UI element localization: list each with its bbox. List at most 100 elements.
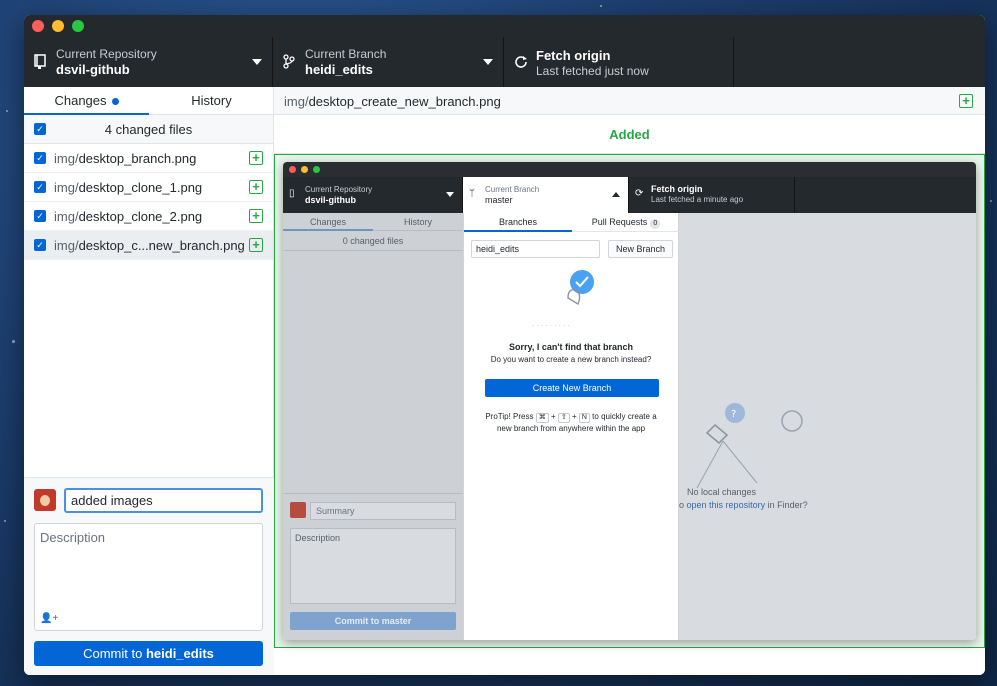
file-path: img/desktop_c...new_branch.png xyxy=(54,238,245,253)
file-checkbox[interactable]: ✓ xyxy=(34,210,46,222)
file-checkbox[interactable]: ✓ xyxy=(34,181,46,193)
current-branch-button[interactable]: Current Branch heidi_edits xyxy=(273,37,504,87)
description-field[interactable]: Description 👤+ xyxy=(34,523,263,631)
preview-repo-name: dsvil-github xyxy=(305,195,356,205)
preview-screenshot: ▯ Current Repository dsvil-github ᛘ Curr… xyxy=(283,162,976,640)
tab-changes-label: Changes xyxy=(54,93,107,108)
preview-avatar xyxy=(290,502,306,518)
commit-branch: heidi_edits xyxy=(145,646,214,661)
added-file-icon: + xyxy=(249,238,263,252)
current-repository-button[interactable]: Current Repository dsvil-github xyxy=(24,37,273,87)
preview-commit-area: Summary Description Commit to master xyxy=(283,493,463,640)
star xyxy=(600,5,602,7)
popover-tab-branches: Branches xyxy=(464,213,572,232)
file-row[interactable]: ✓ img/desktop_clone_1.png + xyxy=(24,173,273,202)
repo-icon xyxy=(34,54,48,70)
file-path: img/desktop_clone_1.png xyxy=(54,180,202,195)
preview-branch-name: master xyxy=(485,195,513,205)
preview-zoom-dot xyxy=(313,166,320,173)
fetch-origin-button[interactable]: Fetch origin Last fetched just now xyxy=(504,37,734,87)
star xyxy=(4,520,6,522)
file-name: desktop_clone_1.png xyxy=(78,180,203,195)
minimize-window-button[interactable] xyxy=(52,20,64,32)
preview-close-dot xyxy=(289,166,296,173)
added-file-icon: + xyxy=(249,209,263,223)
commit-area: added images Description 👤+ Commit to he… xyxy=(24,477,274,675)
repo-label: Current Repository xyxy=(56,47,157,61)
branch-icon xyxy=(283,54,297,70)
file-row[interactable]: ✓ img/desktop_branch.png + xyxy=(24,144,273,173)
preview-branch-section: ᛘ Current Branch master xyxy=(463,177,629,213)
preview-minimize-dot xyxy=(301,166,308,173)
commit-button[interactable]: Commit to heidi_edits xyxy=(34,641,263,666)
diff-file-path: img/desktop_create_new_branch.png xyxy=(284,94,501,109)
pr-count-badge: 0 xyxy=(650,219,661,229)
branch-icon: ᛘ xyxy=(469,188,475,199)
preview-open-repo-text: o open this repository in Finder? xyxy=(679,500,808,510)
close-window-button[interactable] xyxy=(32,20,44,32)
changed-files-count: 4 changed files xyxy=(104,122,193,137)
popover-tab-pull-requests: Pull Requests 0 xyxy=(572,213,680,232)
preview-no-changes: No local changes xyxy=(687,487,757,497)
file-checkbox[interactable]: ✓ xyxy=(34,152,46,164)
commit-prefix: Commit to xyxy=(83,646,143,661)
chevron-down-icon xyxy=(483,59,493,65)
preview-tabs: Changes History xyxy=(283,213,463,231)
repo-name: dsvil-github xyxy=(56,62,130,77)
preview-fetch-label: Fetch origin xyxy=(651,184,703,194)
file-dir: img/ xyxy=(54,209,79,224)
file-path: img/desktop_branch.png xyxy=(54,151,196,166)
diff-file: desktop_create_new_branch.png xyxy=(308,94,501,109)
fetch-status: Last fetched just now xyxy=(536,64,649,78)
tab-changes[interactable]: Changes xyxy=(24,87,149,115)
preview-sidebar: Changes History 0 changed files Summary … xyxy=(283,213,463,640)
added-file-icon: + xyxy=(249,151,263,165)
not-found-title: Sorry, I can't find that branch xyxy=(509,342,633,352)
added-file-icon: + xyxy=(959,94,973,108)
star xyxy=(6,110,8,112)
add-coauthor-icon[interactable]: 👤+ xyxy=(40,613,58,624)
summary-input[interactable]: added images xyxy=(64,488,263,513)
chevron-down-icon xyxy=(446,192,454,197)
not-found-question: Do you want to create a new branch inste… xyxy=(490,355,652,364)
n-key: N xyxy=(578,413,590,423)
title-bar xyxy=(24,15,985,37)
preview-open-prefix: o xyxy=(679,500,685,510)
preview-tab-changes: Changes xyxy=(283,213,373,231)
create-new-branch-button: Create New Branch xyxy=(485,379,659,397)
preview-commit-button: Commit to master xyxy=(290,612,456,630)
file-name: desktop_clone_2.png xyxy=(78,209,203,224)
file-row[interactable]: ✓ img/desktop_clone_2.png + xyxy=(24,202,273,231)
preview-fetch-status: Last fetched a minute ago xyxy=(651,195,744,204)
star xyxy=(12,340,15,343)
popover-tabs: Branches Pull Requests 0 xyxy=(464,213,680,232)
preview-repo-section: ▯ Current Repository dsvil-github xyxy=(283,177,463,213)
new-branch-button: New Branch xyxy=(608,240,673,258)
preview-open-suffix: in Finder? xyxy=(767,500,808,510)
toolbar: Current Repository dsvil-github Current … xyxy=(24,37,985,87)
preview-title-bar xyxy=(283,162,976,177)
branch-label: Current Branch xyxy=(305,47,387,61)
app-window: Current Repository dsvil-github Current … xyxy=(24,15,985,675)
star xyxy=(990,200,992,202)
svg-text:· · · · · · · · ·: · · · · · · · · · xyxy=(532,322,570,330)
image-preview: ▯ Current Repository dsvil-github ᛘ Curr… xyxy=(274,154,985,648)
shift-key-icon: ⇧ xyxy=(557,413,570,423)
changed-files-header: ✓ 4 changed files xyxy=(24,115,273,144)
branch-filter-input: heidi_edits xyxy=(471,240,600,258)
description-placeholder: Description xyxy=(40,530,106,545)
sync-icon xyxy=(514,54,528,70)
pr-tab-label: Pull Requests xyxy=(591,217,648,227)
file-row-selected[interactable]: ✓ img/desktop_c...new_branch.png + xyxy=(24,231,273,260)
avatar xyxy=(34,489,56,511)
tab-history[interactable]: History xyxy=(149,87,274,115)
fetch-label: Fetch origin xyxy=(536,48,611,63)
repo-icon: ▯ xyxy=(289,188,295,199)
preview-branch-popover: Branches Pull Requests 0 heidi_edits New … xyxy=(463,213,680,640)
svg-text:?: ? xyxy=(731,409,736,420)
file-checkbox[interactable]: ✓ xyxy=(34,239,46,251)
file-path: img/desktop_clone_2.png xyxy=(54,209,202,224)
preview-open-link: open this repository xyxy=(686,500,766,510)
changes-indicator-dot xyxy=(111,98,119,106)
zoom-window-button[interactable] xyxy=(72,20,84,32)
